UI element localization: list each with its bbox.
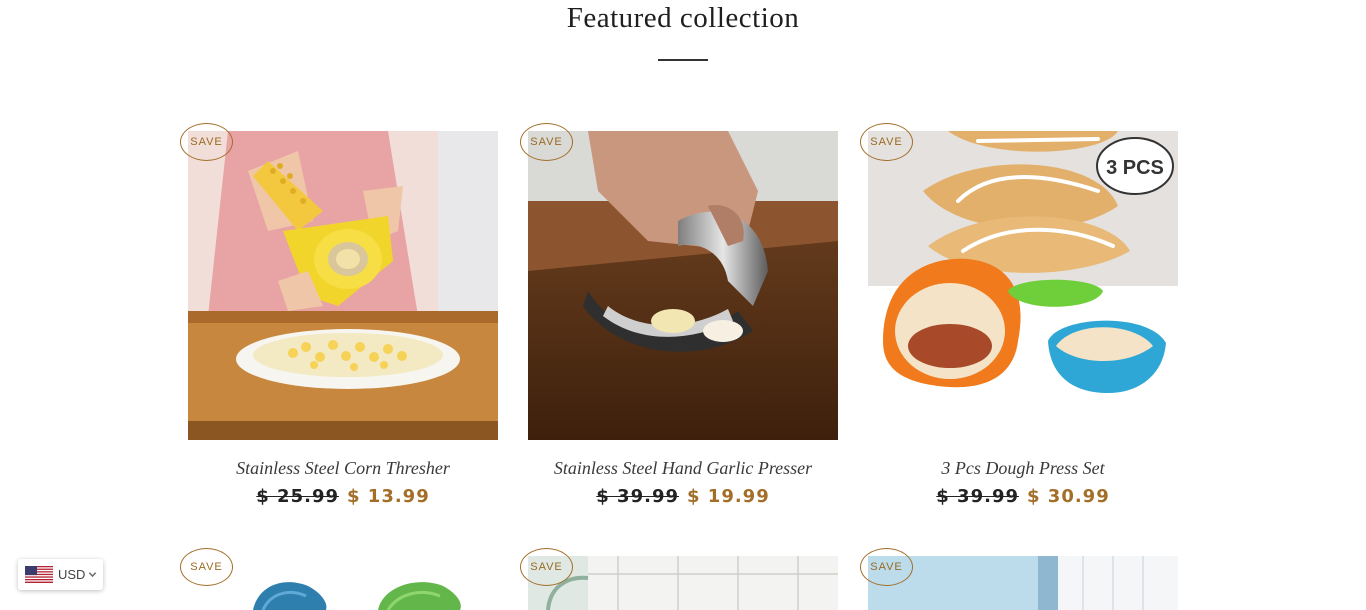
featured-collection-title: Featured collection	[566, 2, 800, 34]
product-image-dough-press[interactable]: 3 PCS	[868, 131, 1178, 440]
save-badge: SAVE	[860, 123, 913, 161]
product-card-row2-3[interactable]: SAVE	[860, 548, 1178, 610]
original-price: $ 39.99	[596, 486, 679, 507]
currency-code: USD	[58, 567, 86, 582]
product-image-corn-thresher[interactable]	[188, 131, 498, 440]
us-flag-icon	[25, 566, 53, 583]
product-image-garlic-presser[interactable]	[528, 131, 838, 440]
original-price: $ 39.99	[936, 486, 1019, 507]
product-price: $ 39.99 $ 30.99	[868, 486, 1178, 507]
original-price: $ 25.99	[256, 486, 339, 507]
sale-price: $ 19.99	[687, 486, 770, 507]
sale-price: $ 30.99	[1027, 486, 1110, 507]
product-image-row2-2[interactable]	[528, 556, 838, 610]
title-underline	[658, 59, 708, 61]
chevron-down-icon	[89, 572, 97, 578]
save-badge: SAVE	[860, 548, 913, 586]
product-price: $ 25.99 $ 13.99	[188, 486, 498, 507]
save-badge: SAVE	[180, 123, 233, 161]
product-card-row2-2[interactable]: SAVE	[520, 548, 838, 610]
product-image-row2-1[interactable]	[188, 556, 498, 610]
sale-price: $ 13.99	[347, 486, 430, 507]
product-card-row2-1[interactable]: SAVE	[180, 548, 498, 610]
product-name[interactable]: Stainless Steel Corn Thresher	[188, 458, 498, 479]
product-name[interactable]: Stainless Steel Hand Garlic Presser	[528, 458, 838, 479]
save-badge: SAVE	[520, 123, 573, 161]
image-caption-text: 3 PCS	[1106, 157, 1164, 179]
currency-selector[interactable]: USD	[18, 559, 103, 590]
product-image-row2-3[interactable]	[868, 556, 1178, 610]
save-badge: SAVE	[520, 548, 573, 586]
product-name[interactable]: 3 Pcs Dough Press Set	[868, 458, 1178, 479]
product-price: $ 39.99 $ 19.99	[528, 486, 838, 507]
save-badge: SAVE	[180, 548, 233, 586]
